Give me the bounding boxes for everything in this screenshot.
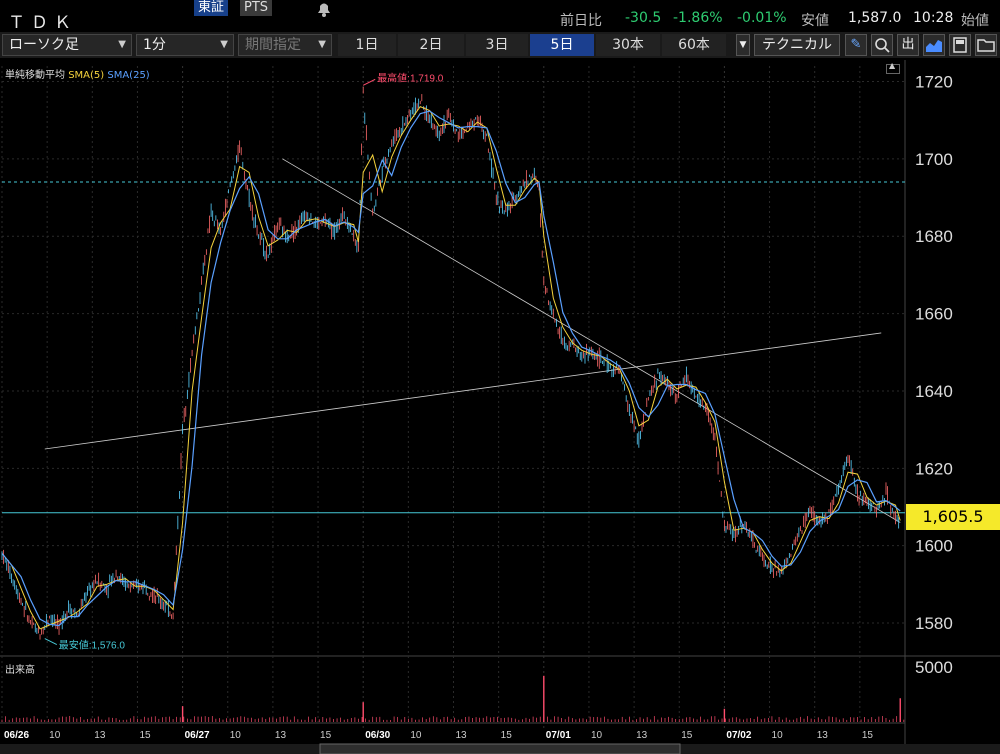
range-tab-1d[interactable]: 1日 [338, 34, 396, 56]
x-tick-label: 15 [139, 730, 151, 741]
low-label: 安値 [801, 13, 829, 29]
x-tick-label: 10 [772, 730, 784, 741]
exchange-tab-pts[interactable]: PTS [240, 0, 273, 16]
price-chart[interactable]: 1720 1700 1680 1660 1640 1620 1600 1580 5000 06/2… [0, 60, 1000, 754]
range-more-button[interactable]: ▼ [736, 34, 750, 56]
period-value: 期間指定 [245, 37, 301, 53]
scroll-thumb[interactable] [319, 743, 681, 754]
x-tick-label: 10 [591, 730, 603, 741]
chart-area[interactable]: 1720 1700 1680 1660 1640 1620 1600 1580 5000 06/2… [0, 60, 1000, 754]
x-tick-label: 15 [681, 730, 693, 741]
y-tick-label: 1640 [915, 382, 953, 401]
x-tick-label: 13 [456, 730, 468, 741]
chart-toolbar: ローソク足 ▼ 1分 ▼ 期間指定 ▼ 1日 2日 3日 5日 30本 60本 ▼ テ… [0, 32, 1000, 58]
interval-value: 1分 [143, 37, 166, 53]
volume-tick-label: 5000 [915, 658, 953, 677]
x-tick-label: 10 [410, 730, 422, 741]
x-tick-label: 15 [501, 730, 513, 741]
y-tick-label: 1580 [915, 614, 953, 633]
y-tick-label: 1680 [915, 227, 953, 246]
quote-time: 10:28 [913, 10, 954, 26]
current-price-tag: 1,605.5 [906, 504, 1000, 530]
ticker-name: ＴＤＫ [8, 13, 77, 33]
y-tick-label: 1620 [915, 459, 953, 478]
folder-icon[interactable] [975, 34, 997, 56]
interval-select[interactable]: 1分 ▼ [136, 34, 234, 56]
range-tab-60[interactable]: 60本 [662, 34, 726, 56]
low-annotation: 最安値:1,576.0 [59, 639, 126, 652]
extra-pct: -0.01% [737, 10, 787, 26]
change-pct: -1.86% [673, 10, 723, 26]
x-tick-label: 15 [862, 730, 874, 741]
chevron-down-icon: ▼ [318, 39, 326, 50]
y-tick-label: 1660 [915, 305, 953, 324]
range-tab-5d[interactable]: 5日 [530, 34, 594, 56]
change-value: -30.5 [625, 10, 662, 26]
period-select[interactable]: 期間指定 ▼ [238, 34, 332, 56]
chart-type-value: ローソク足 [9, 37, 79, 53]
save-icon[interactable] [949, 34, 971, 56]
y-tick-label: 1600 [915, 537, 953, 556]
collapse-icon: ▲ [889, 61, 896, 70]
x-tick-label: 06/27 [185, 730, 210, 741]
volume-label: 出来高 [5, 665, 35, 676]
quote-bar: ＴＤＫ 東証 PTS 前日比 -30.5 -1.86% -0.01% 安値 1,… [0, 0, 1000, 33]
legend-sma25: SMA(25) [107, 70, 150, 81]
x-tick-label: 06/26 [4, 730, 29, 741]
range-tab-3d[interactable]: 3日 [466, 34, 528, 56]
volume-icon[interactable]: 出 [897, 34, 919, 56]
y-tick-label: 1700 [915, 150, 953, 169]
alert-bell-icon[interactable] [314, 0, 334, 18]
y-tick-label: 1720 [915, 72, 953, 91]
open-label: 始値 [961, 13, 989, 29]
high-annotation: 最高値:1,719.0 [377, 71, 444, 84]
chart-type-select[interactable]: ローソク足 ▼ [2, 34, 132, 56]
exchange-tab-tse[interactable]: 東証 [194, 0, 229, 16]
collapse-panel-button[interactable]: ▲ [886, 61, 900, 74]
range-tab-30[interactable]: 30本 [596, 34, 660, 56]
x-tick-label: 13 [94, 730, 106, 741]
technical-button[interactable]: テクニカル [754, 34, 840, 56]
x-tick-label: 07/01 [546, 730, 571, 741]
chart-icon[interactable] [923, 34, 945, 56]
zoom-icon[interactable] [871, 34, 893, 56]
legend-sma5: SMA(5) [68, 70, 105, 81]
range-tab-2d[interactable]: 2日 [398, 34, 464, 56]
chart-legend: 単純移動平均 SMA(5) SMA(25) [5, 66, 150, 81]
x-tick-label: 15 [320, 730, 332, 741]
x-tick-label: 10 [230, 730, 242, 741]
legend-title: 単純移動平均 [5, 70, 65, 81]
x-tick-label: 13 [636, 730, 648, 741]
chevron-down-icon: ▼ [220, 39, 228, 50]
pen-icon[interactable]: ✎ [845, 34, 867, 56]
x-tick-label: 10 [49, 730, 61, 741]
x-tick-label: 13 [275, 730, 287, 741]
chevron-down-icon: ▼ [118, 39, 126, 50]
x-tick-label: 13 [817, 730, 829, 741]
x-tick-label: 07/02 [726, 730, 751, 741]
change-label: 前日比 [560, 13, 602, 29]
low-value: 1,587.0 [848, 10, 902, 26]
x-tick-label: 06/30 [365, 730, 390, 741]
